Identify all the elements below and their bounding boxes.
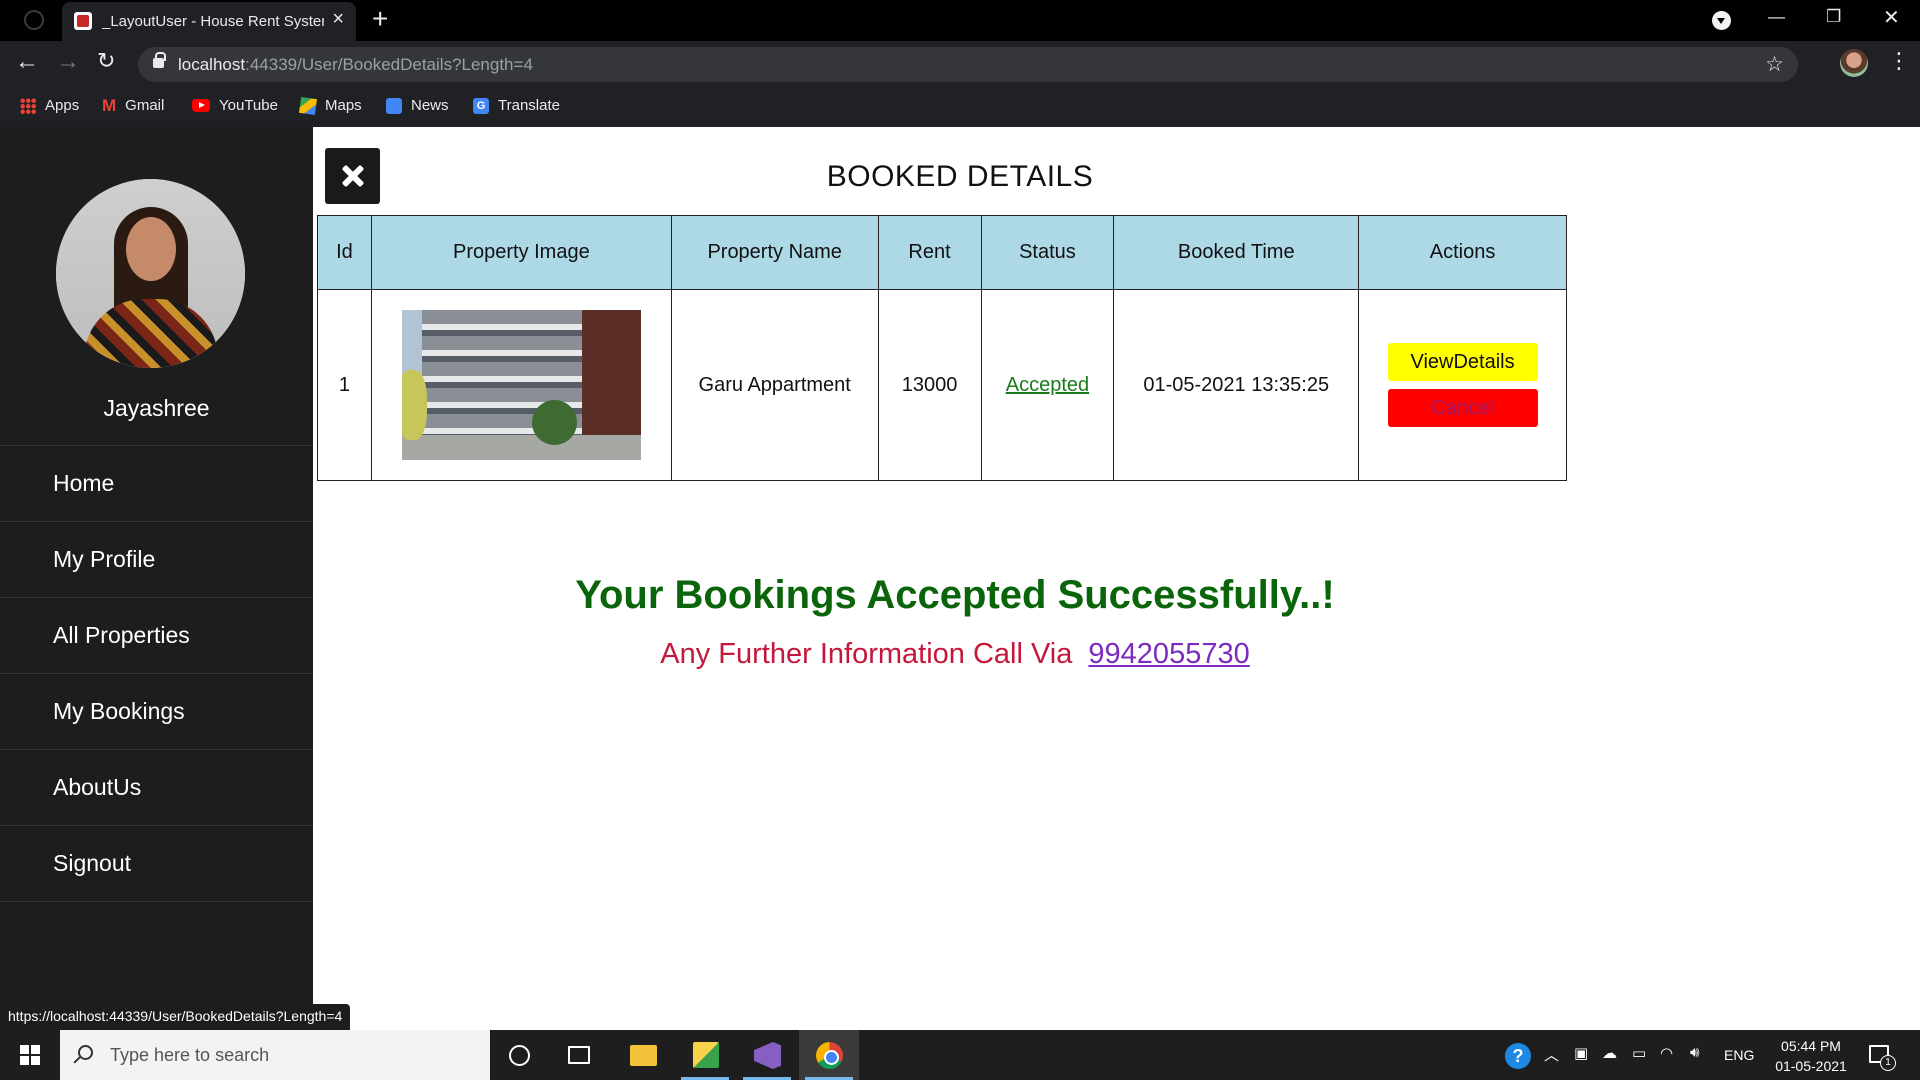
sidebar-item-my-bookings[interactable]: My Bookings — [0, 674, 313, 750]
booked-details-table: Id Property Image Property Name Rent Sta… — [317, 215, 1567, 481]
apps-grid-icon — [20, 97, 36, 114]
page-title: BOOKED DETAILS — [826, 160, 1094, 193]
chrome-app[interactable] — [799, 1030, 859, 1080]
bookmark-apps[interactable]: Apps — [20, 97, 79, 114]
view-details-button[interactable]: ViewDetails — [1387, 343, 1538, 381]
browser-titlebar: _LayoutUser - House Rent System × + — ❐ … — [0, 0, 1920, 41]
success-message: Your Bookings Accepted Successfully..! — [575, 573, 1335, 617]
meet-icon[interactable]: ▣ — [1574, 1044, 1588, 1062]
site-favicon-icon — [74, 12, 92, 30]
table-header-row: Id Property Image Property Name Rent Sta… — [317, 215, 1567, 290]
header-actions: Actions — [1358, 215, 1567, 290]
tab-title: _LayoutUser - House Rent System — [102, 13, 324, 30]
chrome-icon — [816, 1042, 843, 1069]
status-link[interactable]: Accepted — [1006, 374, 1089, 396]
cortana-icon[interactable] — [509, 1045, 530, 1066]
system-clock[interactable]: 05:44 PM 01-05-2021 — [1756, 1036, 1866, 1076]
property-image — [401, 310, 641, 460]
taskbar: Type here to search ? ︿ ▣ ☁ ▭ ◠ 🔊︎ ENG 0… — [0, 1030, 1920, 1080]
visual-studio-app[interactable] — [737, 1030, 797, 1080]
youtube-icon — [192, 99, 210, 112]
battery-icon[interactable]: ▭ — [1632, 1044, 1646, 1062]
browser-profile-avatar[interactable] — [1840, 49, 1868, 77]
url-text: localhost:44339/User/BookedDetails?Lengt… — [178, 55, 533, 74]
tab-search-icon[interactable] — [1712, 11, 1731, 30]
back-arrow-icon[interactable]: ← — [15, 50, 39, 74]
news-icon — [386, 97, 402, 114]
cell-rent: 13000 — [877, 289, 982, 481]
info-line: Any Further Information Call Via 9942055… — [450, 638, 1460, 671]
profile-name: Jayashree — [103, 395, 210, 421]
reload-icon[interactable]: ↻ — [97, 50, 115, 72]
language-indicator[interactable]: ENG — [1724, 1047, 1754, 1063]
sidebar: Jayashree Home My Profile All Properties… — [0, 127, 313, 1030]
bookmark-youtube[interactable]: YouTube — [192, 97, 278, 114]
onedrive-icon[interactable]: ☁ — [1602, 1044, 1617, 1062]
sidebar-item-home[interactable]: Home — [0, 446, 313, 522]
file-explorer-app[interactable] — [613, 1030, 673, 1080]
clock-date: 01-05-2021 — [1775, 1058, 1847, 1074]
xampp-icon — [693, 1042, 719, 1068]
cell-id: 1 — [317, 289, 372, 481]
translate-icon: G — [473, 97, 489, 114]
search-icon — [78, 1045, 93, 1060]
header-id: Id — [317, 215, 372, 290]
lock-icon — [153, 52, 166, 68]
cell-property-name: Garu Appartment — [670, 289, 879, 481]
browser-toolbar: ← → ↻ localhost:44339/User/BookedDetails… — [0, 41, 1920, 88]
gmail-icon: M — [102, 95, 117, 115]
clock-time: 05:44 PM — [1781, 1038, 1841, 1054]
bookmark-maps[interactable]: Maps — [298, 96, 362, 115]
windows-start-icon[interactable] — [20, 1045, 40, 1065]
status-bar-url: https://localhost:44339/User/BookedDetai… — [0, 1004, 351, 1030]
restore-icon[interactable]: ❐ — [1826, 8, 1841, 25]
wifi-icon[interactable]: ◠ — [1660, 1044, 1673, 1062]
cell-property-image — [370, 289, 672, 481]
header-rent: Rent — [877, 215, 982, 290]
github-icon — [24, 10, 44, 30]
notification-badge: 1 — [1880, 1055, 1896, 1071]
visual-studio-icon — [754, 1042, 781, 1069]
header-booked-time: Booked Time — [1113, 215, 1360, 290]
header-property-image: Property Image — [370, 215, 672, 290]
search-placeholder: Type here to search — [110, 1045, 270, 1065]
header-status: Status — [980, 215, 1115, 290]
sidebar-item-aboutus[interactable]: AboutUs — [0, 750, 313, 826]
more-menu-icon[interactable]: ⋮ — [1888, 50, 1910, 72]
forward-arrow-icon[interactable]: → — [56, 50, 80, 74]
taskbar-search-box[interactable]: Type here to search — [60, 1030, 490, 1080]
task-view-icon[interactable] — [568, 1046, 590, 1064]
close-button[interactable] — [325, 148, 380, 204]
maps-icon — [298, 96, 318, 115]
tab-close-icon[interactable]: × — [332, 9, 344, 29]
phone-link[interactable]: 9942055730 — [1088, 638, 1249, 670]
cell-actions: ViewDetails Cancel — [1358, 289, 1567, 481]
sidebar-menu: Home My Profile All Properties My Bookin… — [0, 445, 313, 902]
volume-icon[interactable]: 🔊︎ — [1690, 1044, 1699, 1061]
info-text: Any Further Information Call Via — [660, 638, 1073, 670]
address-bar[interactable]: localhost:44339/User/BookedDetails?Lengt… — [138, 47, 1798, 82]
browser-tab[interactable]: _LayoutUser - House Rent System × — [62, 2, 356, 41]
table-row: 1 Garu Appartment 13000 Accepted 01-05-2… — [317, 289, 1567, 481]
sidebar-item-signout[interactable]: Signout — [0, 826, 313, 902]
sidebar-item-all-properties[interactable]: All Properties — [0, 598, 313, 674]
bookmark-gmail[interactable]: M Gmail — [102, 95, 164, 115]
bookmark-news[interactable]: News — [386, 97, 449, 114]
folder-icon — [630, 1045, 657, 1066]
bookmark-star-icon[interactable]: ☆ — [1765, 52, 1784, 77]
window-close-icon[interactable]: ✕ — [1883, 8, 1900, 28]
xampp-app[interactable] — [675, 1030, 735, 1080]
bookmarks-bar: Apps M Gmail YouTube Maps News G Translate — [0, 88, 1920, 127]
cancel-booking-button[interactable]: Cancel — [1387, 389, 1538, 427]
sidebar-item-my-profile[interactable]: My Profile — [0, 522, 313, 598]
bookmark-translate[interactable]: G Translate — [473, 97, 560, 114]
new-tab-button[interactable]: + — [372, 5, 388, 33]
cell-status: Accepted — [980, 289, 1115, 481]
header-property-name: Property Name — [670, 215, 879, 290]
chevron-up-icon[interactable]: ︿ — [1544, 1044, 1559, 1065]
help-icon[interactable]: ? — [1505, 1043, 1531, 1069]
minimize-icon[interactable]: — — [1768, 8, 1785, 25]
avatar — [56, 179, 245, 368]
cell-booked-time: 01-05-2021 13:35:25 — [1113, 289, 1360, 481]
